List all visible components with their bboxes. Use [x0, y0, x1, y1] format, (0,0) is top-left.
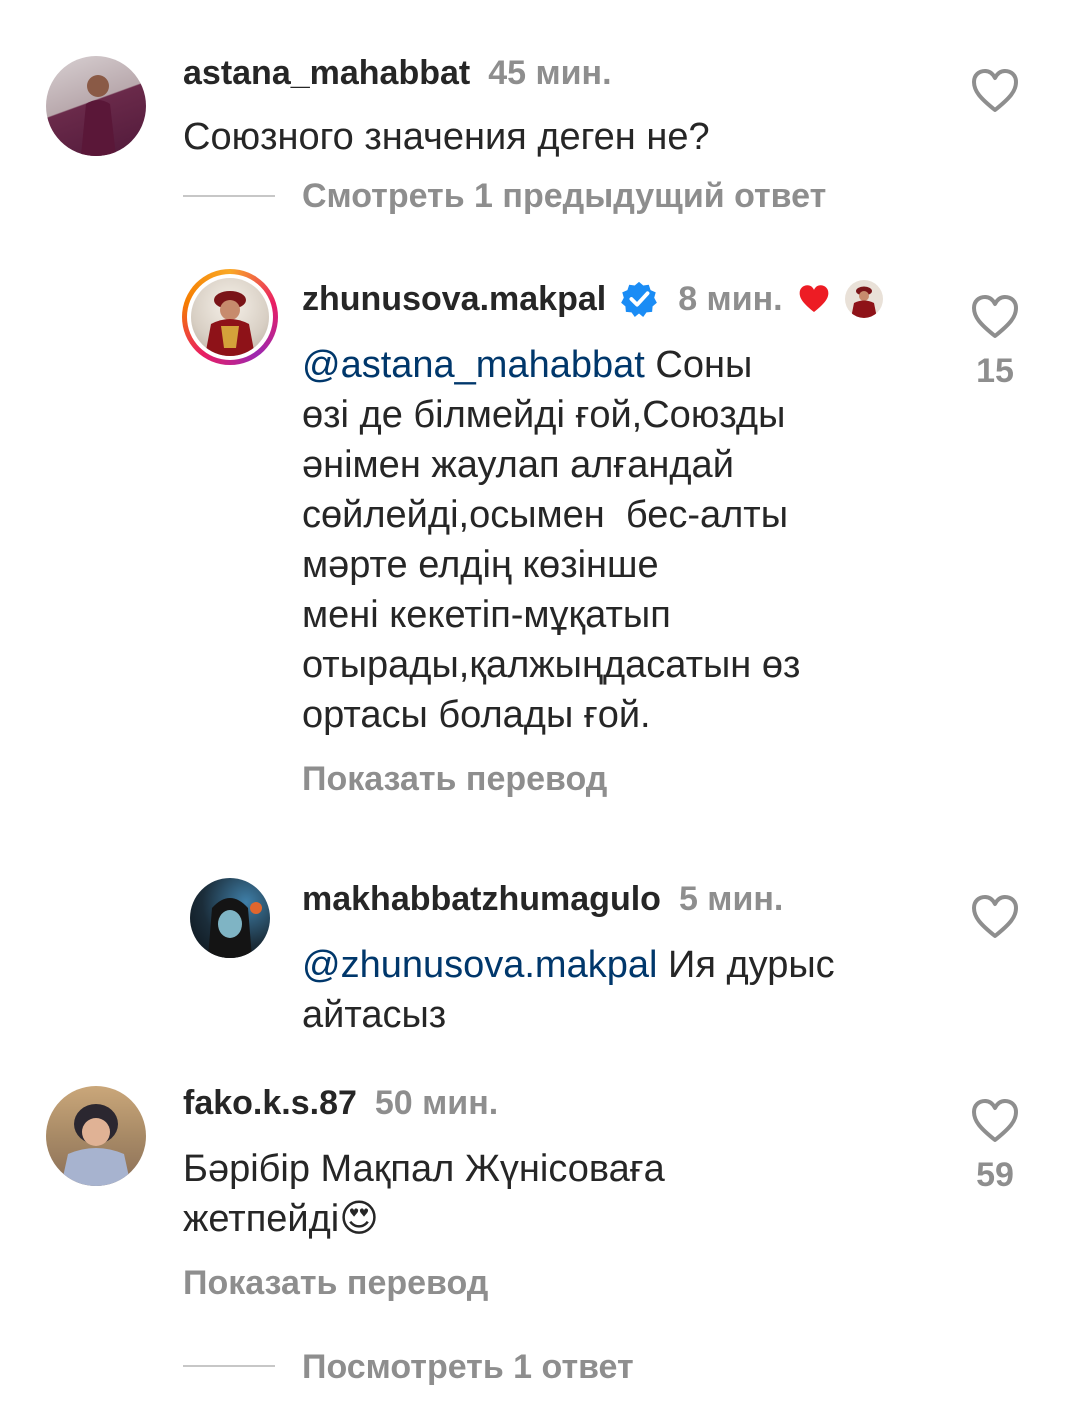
comment-time: 5 мин. [678, 879, 784, 918]
comment-text: @astana_mahabbat Соны өзі де білмейді ғо… [302, 344, 801, 736]
comment-text: Союзного значения деген не? [183, 116, 710, 158]
avatar-story-ring[interactable] [182, 269, 278, 365]
like-heart-icon[interactable] [970, 894, 1020, 940]
comment-username[interactable]: astana_mahabbat [183, 54, 470, 93]
like-heart-icon[interactable] [970, 68, 1020, 114]
avatar[interactable] [46, 56, 146, 156]
author-avatar [844, 280, 883, 318]
view-previous-replies-button[interactable]: Смотреть 1 предыдущий ответ [302, 177, 826, 216]
replies-divider [183, 1365, 275, 1367]
like-heart-icon[interactable] [970, 294, 1020, 340]
verified-badge-icon [620, 280, 658, 318]
like-count: 15 [976, 352, 1014, 390]
comment-username[interactable]: zhunusova.makpal [302, 280, 606, 319]
avatar[interactable] [46, 1086, 146, 1186]
mention-link[interactable]: @astana_mahabbat [302, 344, 645, 386]
avatar[interactable] [190, 878, 270, 958]
comment-time: 45 мин. [488, 53, 612, 92]
show-translation-button[interactable]: Показать перевод [183, 1264, 488, 1303]
comment-time: 50 мин. [374, 1083, 499, 1122]
comment-username[interactable]: makhabbatzhumagulo [302, 880, 661, 919]
comment-username[interactable]: fako.k.s.87 [183, 1084, 357, 1123]
mention-link[interactable]: @zhunusova.makpal [302, 944, 657, 986]
heart-eyes-emoji-icon: 😍 [339, 1198, 379, 1240]
view-replies-button[interactable]: Посмотреть 1 ответ [302, 1348, 634, 1387]
avatar [191, 278, 269, 356]
red-heart-icon [797, 284, 831, 314]
comment-text: @zhunusova.makpal Ия дурыс айтасыз [302, 944, 835, 1036]
show-translation-button[interactable]: Показать перевод [302, 760, 607, 799]
comment-text: Бәрібір Мақпал Жүнісоваға жетпейді😍 [183, 1148, 665, 1240]
like-count: 59 [976, 1156, 1014, 1194]
replies-divider [183, 195, 275, 197]
like-heart-icon[interactable] [970, 1098, 1020, 1144]
comment-time: 8 мин. [678, 279, 783, 318]
